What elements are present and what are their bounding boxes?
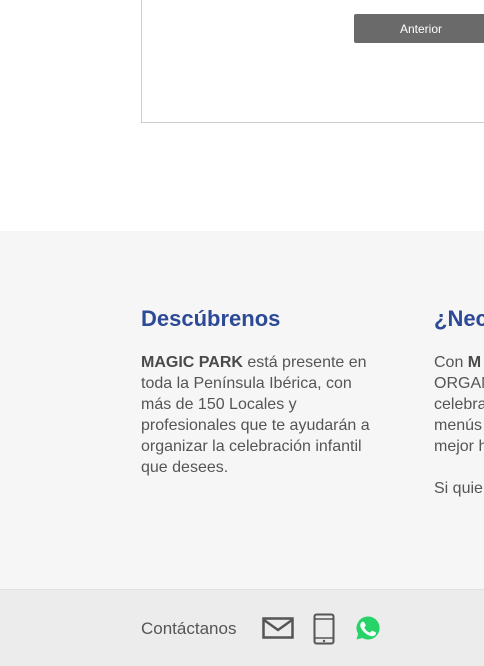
- info-section: Descúbrenos MAGIC PARK está presente en …: [0, 231, 484, 589]
- need-line: mejor h: [434, 438, 484, 455]
- contact-label: Contáctanos: [141, 619, 237, 638]
- phone-icon[interactable]: [313, 613, 335, 650]
- brand-name: MAGIC PARK: [141, 354, 243, 371]
- contact-bar: Contáctanos: [0, 589, 484, 666]
- previous-button[interactable]: Anterior: [354, 14, 484, 43]
- need-line: ORGAN: [434, 375, 484, 392]
- discover-body: está presente en toda la Península Ibéri…: [141, 354, 370, 476]
- need-line: Si quie: [434, 480, 483, 497]
- need-brand: M: [467, 354, 482, 371]
- need-title: ¿Nec: [434, 306, 484, 331]
- whatsapp-icon[interactable]: [355, 615, 381, 646]
- discover-text: MAGIC PARK está presente en toda la Pení…: [141, 352, 386, 478]
- need-line: menús: [434, 417, 483, 434]
- need-text: Con M ORGAN celebra menús mejor h Si quie: [434, 352, 484, 499]
- discover-title: Descúbrenos: [141, 306, 281, 331]
- mail-icon[interactable]: [262, 617, 294, 644]
- need-line: celebra: [434, 396, 484, 413]
- need-line-prefix: Con: [434, 354, 468, 371]
